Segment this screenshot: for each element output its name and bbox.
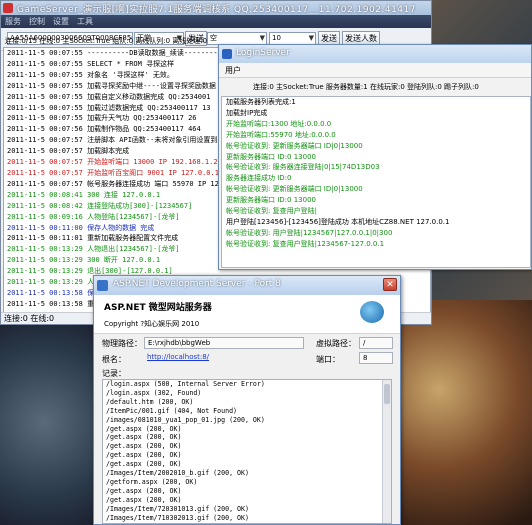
menu-bar: 用户 [219,63,531,78]
login-server-window[interactable]: LoginServer 用户 连接:0 主Socket:True 服务器数量:1… [218,44,532,270]
app-icon [3,3,13,13]
close-button[interactable]: ✕ [383,278,397,291]
log-line: /ItemPic/001.gif (404, Not Found) [106,406,238,415]
log-line: 加载服务器列表完成:1 [226,98,296,106]
request-log[interactable]: /login.aspx (500, Internal Server Error)… [102,379,392,524]
app-icon [222,49,232,59]
login-log[interactable]: 加载服务器列表完成:1 加载封IP完成开始监听端口:1300 地址:0.0.0.0… [221,96,531,268]
menu-bar: 服务 控制 设置 工具 [1,15,431,28]
physical-path-label: 物理路径： [102,339,142,348]
header-title: ASP.NET 微型网站服务器 [104,303,212,313]
log-line: 开始监听端口:1300 地址:0.0.0.0 [226,119,332,128]
log-line: 帐号验证收到: 复查用户登陆|1234567-127.0.0.1 [226,239,385,248]
window-title: LoginServer [236,48,290,58]
window-title: ASP.NET Development Server - Port 8 [113,279,281,289]
menu-item-control[interactable]: 控制 [29,16,45,27]
root-url-label: 根名： [102,355,126,364]
root-url-link[interactable]: http://localhost:8/ [144,352,304,364]
log-line: 帐号验证收到: 更新服务器端口 ID|0|13000 [226,141,363,150]
log-line: 服务器连接成功 ID:0 [226,174,292,183]
log-line: /Images/Item/710302013.gif (200, OK) [106,513,249,522]
log-line: 更新服务器端口 ID:0 13000 [226,196,316,205]
log-line: /Images/Item/710301013.gif (200, OK) [103,523,391,524]
menu-item-service[interactable]: 服务 [5,16,21,27]
status-bar-text: 连接:0 在线:0 [4,314,55,323]
menu-item-user[interactable]: 用户 [225,65,241,76]
virtual-path-label: 虚拟路径： [316,339,356,348]
log-line: 帐号验证收到: 用户登陆|1234567|127.0.0.1|0|300 [226,228,393,237]
log-line: /Images/Item/2002010_b.gif (200, OK) [106,469,249,478]
port-label: 端口： [316,355,340,364]
log-line: /default.htm (200, OK) [106,397,194,406]
scrollbar-thumb[interactable] [384,384,390,404]
log-line: /login.aspx (302, Found) [106,388,202,397]
log-line: /login.aspx (500, Internal Server Error) [106,380,265,388]
log-line: /Images/Item/720301013.gif (200, OK) [106,504,249,513]
menu-item-tools[interactable]: 工具 [77,16,93,27]
log-line: 更新服务器端口 ID:0 13000 [226,152,316,161]
log-line: /get.aspx (200, OK) [106,433,182,442]
log-line: /get.aspx (200, OK) [106,486,182,495]
title-bar[interactable]: ASP.NET Development Server - Port 8 ✕ [94,276,400,295]
log-line: 帐号验证收到: 服务器连接登陆|0|15|74D13D03 [226,163,380,172]
log-line: /images/081010_yua1_pop_01.jpg (200, OK) [106,415,265,424]
title-bar[interactable]: GameServer_演示服[啊]实拉服7.1服务端调核系 QQ:2534001… [1,1,431,15]
log-line: 帐号验证收到: 复查用户登陆| [226,207,317,216]
log-line: /get.aspx (200, OK) [106,460,182,469]
log-line: /getform.aspx (200, OK) [106,477,198,486]
log-label: 记录： [102,369,126,378]
title-bar[interactable]: LoginServer [219,45,531,63]
log-line: 开始监听端口:55970 地址:0.0.0.0 [226,130,336,139]
physical-path-field[interactable]: E:\rxjhdb\bbgWeb [144,337,304,349]
log-line: /get.aspx (200, OK) [106,451,182,460]
log-line: /get.aspx (200, OK) [106,495,182,504]
app-icon [97,280,108,291]
window-title: GameServer_演示服[啊]实拉服7.1服务端调核系 QQ:2534001… [17,5,416,15]
log-line: /get.aspx (200, OK) [106,442,182,451]
log-line: 帐号验证收到: 更新服务器端口 ID|0|13000 [226,185,363,194]
aspnet-server-window[interactable]: ASP.NET Development Server - Port 8 ✕ AS… [93,275,401,525]
status-line: 连接:0 主Socket:True 服务器数量:1 在线玩家:0 登陆列队:0 … [253,83,479,91]
header-panel: ASP.NET 微型网站服务器 Copyright ?知心娱乐网 2010 [94,295,400,334]
virtual-path-field[interactable]: / [359,337,393,349]
scrollbar[interactable] [382,380,391,523]
server-logo-icon [360,301,384,323]
copyright-text: Copyright ?知心娱乐网 2010 [104,320,200,328]
log-line: /get.aspx (200, OK) [106,424,182,433]
menu-item-settings[interactable]: 设置 [53,16,69,27]
log-line: 加载封IP完成 [226,108,268,117]
log-line: 用户登陆[123456]-[123456]登陆成功 本机地址CZ88.NET 1… [226,217,450,226]
port-field[interactable]: 8 [359,352,393,364]
